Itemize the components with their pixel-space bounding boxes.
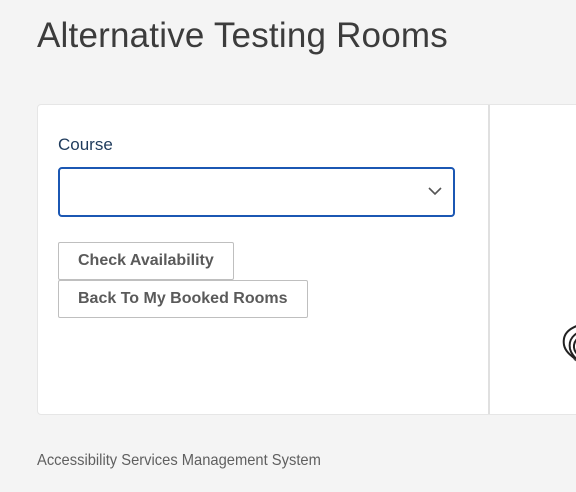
course-label: Course xyxy=(58,135,113,154)
chevron-down-icon xyxy=(428,187,442,196)
back-to-booked-rooms-button[interactable]: Back To My Booked Rooms xyxy=(58,280,308,318)
page-title: Alternative Testing Rooms xyxy=(37,16,448,55)
course-select[interactable] xyxy=(58,167,455,217)
card-divider xyxy=(488,105,490,414)
page: Alternative Testing Rooms Course Check A… xyxy=(0,0,576,492)
booking-card: Course Check Availability Back To My Boo… xyxy=(37,104,576,415)
footer-text: Accessibility Services Management System xyxy=(37,452,321,469)
check-availability-button[interactable]: Check Availability xyxy=(58,242,234,280)
decorative-illustration xyxy=(562,325,576,362)
